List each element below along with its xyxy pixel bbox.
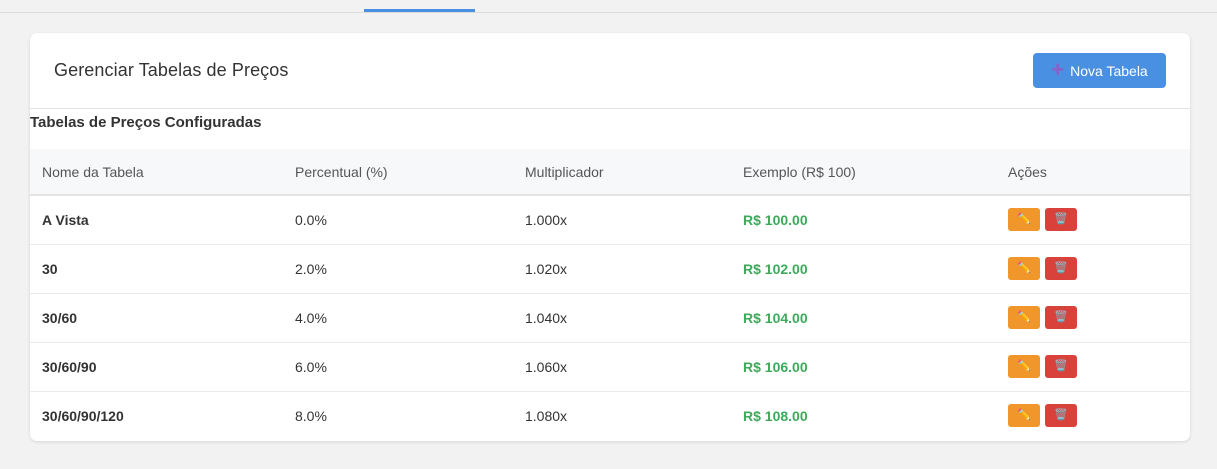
cell-multiplier: 1.080x <box>525 407 568 424</box>
pencil-icon: ✏️ <box>1017 311 1031 323</box>
trash-icon: 🗑️ <box>1054 262 1068 274</box>
cell-multiplier: 1.000x <box>513 195 731 245</box>
price-tables-table: Nome da Tabela Percentual (%) Multiplica… <box>30 149 1190 440</box>
table-row: 30 2.0% 1.020x R$ 102.00 ✏️ 🗑️ <box>30 244 1190 294</box>
cell-percent: 4.0% <box>283 293 513 343</box>
delete-button[interactable]: 🗑️ <box>1045 208 1077 232</box>
edit-button[interactable]: ✏️ <box>1008 257 1040 280</box>
plus-icon: + <box>1051 56 1065 82</box>
cell-name: 30/60/90 <box>30 342 283 392</box>
cell-actions: ✏️ 🗑️ <box>996 195 1190 245</box>
pencil-icon: ✏️ <box>1017 360 1031 372</box>
cell-name: 30 <box>30 244 283 294</box>
cell-percent: 8.0% <box>295 407 327 424</box>
cell-example: R$ 102.00 <box>731 244 996 294</box>
delete-button[interactable]: 🗑️ <box>1045 404 1077 428</box>
price-tables-card: Gerenciar Tabelas de Preços + Nova Tabel… <box>30 33 1190 441</box>
cell-example: R$ 108.00 <box>743 407 808 424</box>
table-row: 30/60 4.0% 1.040x R$ 104.00 ✏️ 🗑️ <box>30 293 1190 343</box>
delete-button[interactable]: 🗑️ <box>1045 306 1077 329</box>
edit-button[interactable]: ✏️ <box>1008 404 1040 428</box>
edit-button[interactable]: ✏️ <box>1008 355 1040 378</box>
cell-actions: ✏️ 🗑️ <box>996 293 1190 343</box>
new-table-button[interactable]: + Nova Tabela <box>1033 53 1166 88</box>
edit-button[interactable]: ✏️ <box>1008 208 1040 232</box>
cell-percent: 0.0% <box>283 195 513 245</box>
cell-actions: ✏️ 🗑️ <box>996 391 1190 440</box>
trash-icon: 🗑️ <box>1054 311 1068 323</box>
table-row: 30/60/90/120 8.0% 1.080x R$ 108.00 ✏️ 🗑️ <box>30 391 1190 440</box>
column-header-example: Exemplo (R$ 100) <box>731 149 996 196</box>
table-header-row: Nome da Tabela Percentual (%) Multiplica… <box>30 149 1190 196</box>
cell-name: A Vista <box>30 195 283 245</box>
delete-button[interactable]: 🗑️ <box>1045 355 1077 378</box>
cell-multiplier: 1.040x <box>513 293 731 343</box>
column-header-percent: Percentual (%) <box>283 149 513 196</box>
column-header-multiplier: Multiplicador <box>513 149 731 196</box>
cell-example: R$ 104.00 <box>731 293 996 343</box>
top-tab-bar <box>0 0 1217 13</box>
delete-button[interactable]: 🗑️ <box>1045 257 1077 280</box>
active-tab-indicator <box>364 9 475 12</box>
pencil-icon: ✏️ <box>1017 213 1031 226</box>
column-header-name: Nome da Tabela <box>30 149 283 196</box>
table-row: A Vista 0.0% 1.000x R$ 100.00 ✏️ 🗑️ <box>30 195 1190 245</box>
cell-actions: ✏️ 🗑️ <box>996 244 1190 294</box>
cell-actions: ✏️ 🗑️ <box>996 342 1190 392</box>
trash-icon: 🗑️ <box>1054 360 1068 372</box>
cell-example: R$ 100.00 <box>731 195 996 245</box>
edit-button[interactable]: ✏️ <box>1008 306 1040 329</box>
cell-multiplier: 1.020x <box>513 244 731 294</box>
pencil-icon: ✏️ <box>1017 262 1031 274</box>
cell-name: 30/60 <box>30 293 283 343</box>
card-header: Gerenciar Tabelas de Preços + Nova Tabel… <box>30 33 1190 109</box>
section-title: Tabelas de Preços Configuradas <box>30 114 262 131</box>
new-table-button-label: Nova Tabela <box>1070 62 1148 79</box>
column-header-actions: Ações <box>996 149 1190 196</box>
trash-icon: 🗑️ <box>1054 213 1068 226</box>
card-title: Gerenciar Tabelas de Preços <box>54 60 289 80</box>
cell-percent: 6.0% <box>283 342 513 392</box>
pencil-icon: ✏️ <box>1017 409 1031 422</box>
cell-name: 30/60/90/120 <box>42 407 124 424</box>
trash-icon: 🗑️ <box>1054 409 1068 422</box>
cell-multiplier: 1.060x <box>513 342 731 392</box>
table-row: 30/60/90 6.0% 1.060x R$ 106.00 ✏️ 🗑️ <box>30 342 1190 392</box>
cell-example: R$ 106.00 <box>731 342 996 392</box>
cell-percent: 2.0% <box>283 244 513 294</box>
